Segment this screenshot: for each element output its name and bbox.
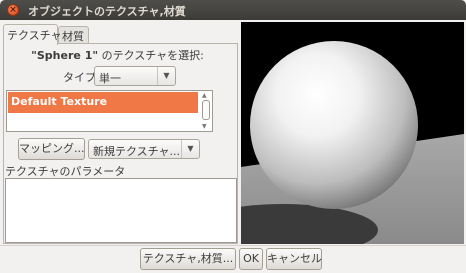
type-label: タイプ [63,71,96,84]
tab-material[interactable]: 材質 [58,26,89,43]
chevron-down-icon: ▼ [181,140,199,158]
scroll-down-icon[interactable]: ▼ [202,123,207,130]
cancel-button[interactable]: キャンセル [266,248,322,270]
tab-texture[interactable]: テクスチャ [3,24,62,45]
window-titlebar: × オブジェクトのテクスチャ,材質 [0,0,466,20]
texture-material-button[interactable]: テクスチャ,材質... [140,248,236,270]
texture-list[interactable]: Default Texture ▲ ▼ [6,90,213,132]
scrollbar-thumb[interactable] [202,100,210,120]
sphere [250,41,418,209]
sphere-preview-image [241,22,464,244]
window-title: オブジェクトのテクスチャ,材質 [28,5,186,18]
type-combo[interactable]: 単一 ▼ [94,66,176,86]
footer-divider [0,245,466,246]
type-combo-value: 単一 [99,72,121,85]
texture-params-area [5,178,237,243]
select-heading-text: のテクスチャを選択: [98,49,204,62]
mapping-button[interactable]: マッピング... [18,138,85,160]
ok-button[interactable]: OK [239,248,263,270]
object-name: "Sphere 1" [31,49,99,62]
texture-list-scrollbar[interactable]: ▲ ▼ [200,92,211,130]
texture-select-heading: "Sphere 1" のテクスチャを選択: [0,47,235,63]
chevron-down-icon: ▼ [157,67,175,85]
render-preview [241,22,464,244]
close-icon[interactable]: × [7,4,19,16]
scroll-up-icon[interactable]: ▲ [202,92,207,99]
new-texture-combo-value: 新規テクスチャ... [93,145,181,158]
new-texture-combo[interactable]: 新規テクスチャ... ▼ [88,139,200,159]
texture-params-label: テクスチャのパラメータ [5,165,126,178]
texture-list-item[interactable]: Default Texture [8,92,198,113]
